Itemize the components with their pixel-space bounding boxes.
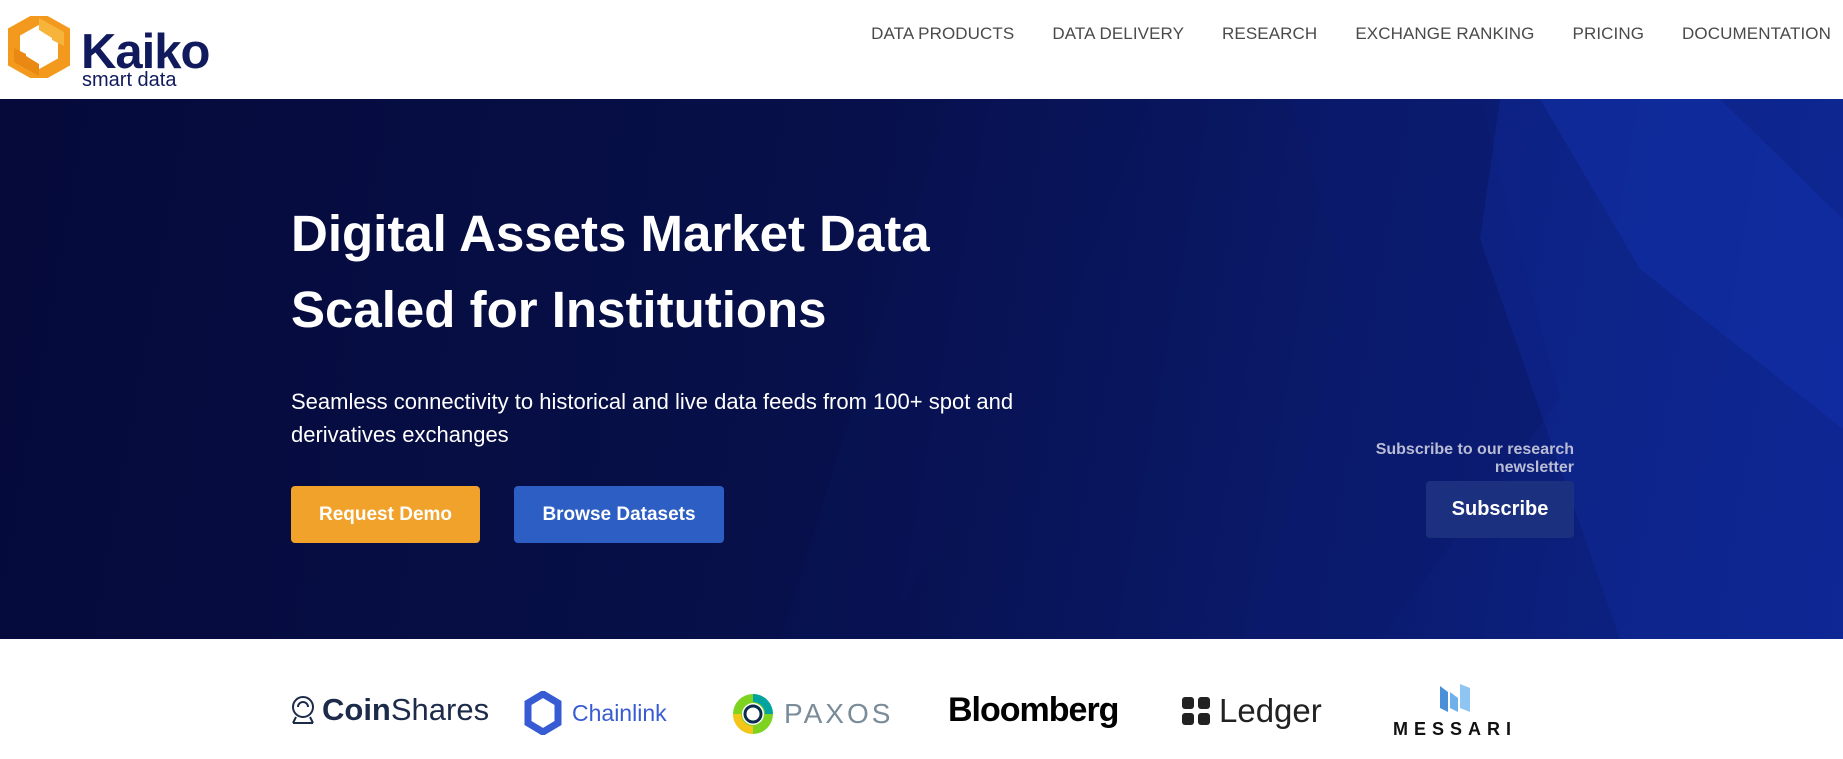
nav-item-data-delivery[interactable]: DATA DELIVERY	[1033, 22, 1203, 46]
partner-name: MESSARI	[1393, 719, 1518, 739]
nav-item-pricing[interactable]: PRICING	[1554, 22, 1664, 46]
partner-name: PAXOS	[784, 698, 894, 729]
nav-item-documentation[interactable]: DOCUMENTATION	[1663, 22, 1843, 46]
hero-title: Digital Assets Market Data Scaled for In…	[291, 196, 1091, 348]
partner-paxos: PAXOS	[730, 691, 893, 737]
partner-name: Ledger	[1219, 692, 1322, 729]
newsletter-label: Subscribe to our research newsletter	[1375, 441, 1574, 476]
brand-tagline: smart data	[82, 69, 177, 91]
partner-ledger: Ledger	[1181, 694, 1322, 727]
nav-item-data-products[interactable]: DATA PRODUCTS	[852, 22, 1033, 46]
nav-item-exchange-ranking[interactable]: EXCHANGE RANKING	[1336, 22, 1553, 46]
site-header: Kaiko smart data DATA PRODUCTS DATA DELI…	[0, 0, 1843, 99]
partner-logos: CoinShares Chainlink PAXOS Bloomberg Led…	[0, 639, 1843, 759]
partner-name: Bloomberg	[948, 691, 1119, 729]
kaiko-logo-icon	[8, 16, 70, 78]
main-nav: DATA PRODUCTS DATA DELIVERY RESEARCH EXC…	[852, 22, 1843, 46]
hero-subtitle: Seamless connectivity to historical and …	[291, 389, 1014, 447]
hero-title-line-1: Digital Assets Market Data	[291, 205, 930, 262]
hero-section: Digital Assets Market Data Scaled for In…	[0, 99, 1843, 639]
hero-background-shapes	[780, 99, 1843, 639]
nav-item-research[interactable]: RESEARCH	[1203, 22, 1336, 46]
paxos-icon	[733, 694, 773, 734]
partner-name: Chainlink	[572, 699, 667, 726]
partner-name: CoinShares	[322, 692, 490, 727]
partner-coinshares: CoinShares	[290, 694, 489, 725]
browse-datasets-button[interactable]: Browse Datasets	[514, 486, 724, 543]
partner-chainlink: Chainlink	[524, 691, 667, 735]
coinshares-icon	[292, 695, 314, 724]
kaiko-logo[interactable]: Kaiko smart data	[8, 16, 223, 92]
chainlink-icon	[524, 691, 562, 735]
subscribe-button[interactable]: Subscribe	[1426, 481, 1574, 538]
hero-title-line-2: Scaled for Institutions	[291, 281, 827, 338]
partner-messari: MESSARI	[1393, 682, 1517, 738]
request-demo-button[interactable]: Request Demo	[291, 486, 480, 543]
ledger-icon	[1182, 696, 1210, 725]
messari-icon	[1440, 684, 1470, 712]
partner-bloomberg: Bloomberg	[948, 691, 1119, 729]
